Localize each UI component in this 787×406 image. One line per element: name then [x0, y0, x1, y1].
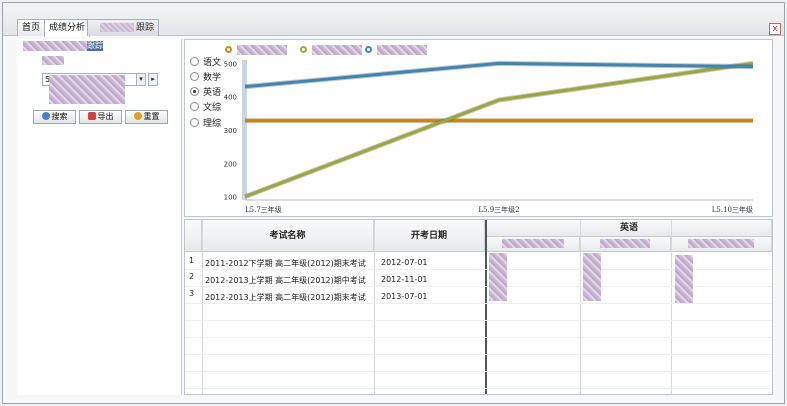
exam-name-cell: 2012-2013上学期 高二年级(2012)期末考试 — [205, 293, 366, 302]
chart-panel: 语文 数学 英语 文综 理综 100 200 300 400 500 L5.7三年级 L5.… — [184, 39, 773, 217]
search-button-label: 搜索 — [51, 112, 68, 121]
exam-name-cell: 2012-2013上学期 高二年级(2012)期中考试 — [205, 276, 366, 285]
exam-date-cell: 2013-07-01 — [381, 292, 428, 301]
column-exam-name-label: 考试名称 — [269, 231, 306, 241]
series-line-1 — [244, 61, 754, 199]
sub-column-header[interactable] — [671, 237, 772, 252]
y-tick-label: 300 — [224, 127, 237, 135]
grid-divider — [671, 220, 672, 394]
row-line — [185, 354, 772, 355]
row-line — [185, 303, 772, 304]
tab-home-label: 首页 — [22, 23, 41, 33]
redacted-name — [99, 23, 134, 32]
y-axis-band — [242, 60, 247, 200]
select-redacted — [49, 75, 125, 104]
tab-score-analysis[interactable]: 成绩分析 — [44, 19, 91, 37]
tab-score-analysis-label: 成绩分析 — [49, 23, 86, 33]
tab-tracking-label: 跟踪 — [135, 23, 154, 33]
row-number: 3 — [189, 289, 195, 298]
chevron-right-icon: ▸ — [151, 75, 155, 83]
x-tick-label: L5.10三年级 — [712, 205, 753, 214]
column-exam-name[interactable]: 考试名称 — [202, 220, 374, 252]
score-cell-redacted — [583, 253, 601, 301]
grid-divider — [202, 220, 203, 394]
reset-button-label: 重置 — [143, 112, 160, 121]
y-tick-label: 400 — [224, 94, 237, 102]
main-window: 首页 成绩分析 跟踪 x 跟踪 5 ▾ ▸ 搜索 导出 重置 语文 数学 英语 … — [2, 2, 785, 404]
search-button[interactable]: 搜索 — [33, 110, 76, 124]
series-line-shadow — [244, 60, 754, 200]
broom-icon — [133, 112, 142, 120]
row-line — [185, 388, 772, 389]
exam-date-cell: 2012-11-01 — [381, 275, 428, 284]
score-grid: 考试名称 开考日期 英语 1 2011-2012下学期 高二年级(2012)期末… — [184, 219, 773, 395]
exam-name-cell: 2011-2012下学期 高二年级(2012)期末考试 — [205, 259, 366, 268]
grid-divider — [374, 220, 375, 394]
tab-tracking[interactable]: 跟踪 — [87, 19, 159, 36]
left-panel: 跟踪 5 ▾ ▸ 搜索 导出 重置 — [17, 39, 182, 395]
student-label-suffix: 跟踪 — [87, 41, 103, 51]
close-button[interactable]: x — [769, 23, 781, 35]
sub-label-redacted — [42, 56, 64, 65]
search-icon — [41, 112, 50, 120]
y-tick-label: 200 — [224, 160, 237, 168]
tab-home[interactable]: 首页 — [17, 19, 46, 36]
row-line — [185, 320, 772, 321]
close-icon: x — [772, 24, 778, 34]
row-line — [185, 337, 772, 338]
exam-date-cell: 2012-07-01 — [381, 258, 428, 267]
sub-column-header[interactable] — [485, 237, 580, 252]
select-dropdown-button[interactable]: ▾ — [136, 73, 146, 86]
grid-divider — [580, 220, 581, 394]
line-chart: 100 200 300 400 500 L5.7三年级 L5.9三年级2 L5.10三年级 — [224, 60, 754, 214]
sub-column-header[interactable] — [580, 237, 671, 252]
row-number: 2 — [189, 272, 195, 281]
score-cell-redacted — [675, 255, 693, 303]
select-next-button[interactable]: ▸ — [148, 73, 158, 86]
sub-column-label-redacted — [502, 239, 564, 248]
x-tick-label: L5.7三年级 — [245, 205, 282, 214]
row-number-header — [185, 220, 202, 252]
sub-column-label-redacted — [688, 239, 754, 248]
row-number: 1 — [189, 256, 195, 265]
export-icon — [87, 112, 96, 120]
sub-column-label-redacted — [600, 239, 650, 248]
tab-bar: 首页 成绩分析 跟踪 x — [3, 3, 784, 37]
export-button-label: 导出 — [97, 112, 114, 121]
student-label: 跟踪 — [23, 41, 103, 51]
reset-button[interactable]: 重置 — [125, 110, 168, 124]
column-exam-date-label: 开考日期 — [410, 231, 447, 241]
chevron-down-icon: ▾ — [139, 75, 143, 83]
column-subject-group: 英语 — [485, 220, 772, 237]
score-cell-redacted — [489, 253, 507, 301]
x-tick-label: L5.9三年级2 — [478, 205, 519, 214]
column-subject-label: 英语 — [619, 223, 638, 233]
row-line — [185, 371, 772, 372]
grid-divider-frozen — [485, 220, 487, 394]
y-tick-label: 500 — [224, 60, 237, 68]
export-button[interactable]: 导出 — [79, 110, 122, 124]
y-tick-label: 100 — [224, 194, 237, 202]
column-exam-date[interactable]: 开考日期 — [374, 220, 485, 252]
